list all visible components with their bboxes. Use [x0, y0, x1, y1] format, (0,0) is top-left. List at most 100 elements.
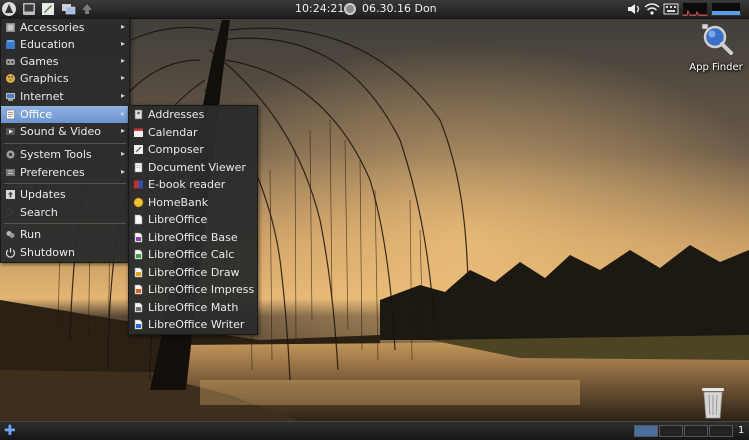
submenu-item-calendar[interactable]: Calendar — [129, 124, 257, 141]
workspace-2[interactable] — [659, 425, 683, 437]
menu-item-internet[interactable]: Internet ▸ — [1, 88, 129, 105]
window-switcher-icon[interactable] — [60, 1, 76, 17]
menu-item-sound-video[interactable]: Sound & Video ▸ — [1, 123, 129, 140]
libreoffice-draw-icon — [134, 267, 143, 277]
menu-item-office[interactable]: Office ▸ — [1, 106, 129, 123]
date-display[interactable]: 06.30.16 Don — [362, 2, 437, 15]
submenu-item-libreoffice-impress[interactable]: LibreOffice Impress — [129, 281, 257, 298]
volume-icon[interactable] — [627, 2, 641, 16]
submenu-item-addresses[interactable]: Addresses — [129, 106, 257, 123]
submenu-item-libreoffice-calc[interactable]: LibreOffice Calc — [129, 246, 257, 263]
text-editor-icon[interactable] — [40, 1, 56, 17]
composer-icon — [134, 145, 143, 154]
submenu-item-composer[interactable]: Composer — [129, 141, 257, 158]
chevron-right-icon: ▸ — [120, 39, 125, 48]
submenu-item-label: Document Viewer — [148, 160, 246, 174]
libreoffice-icon — [134, 214, 143, 225]
menu-item-games[interactable]: Games ▸ — [1, 53, 129, 70]
up-arrow-icon[interactable] — [79, 1, 95, 17]
menu-item-preferences[interactable]: Preferences ▸ — [1, 164, 129, 181]
clock[interactable]: 10:24:21 — [295, 2, 344, 15]
document-viewer-icon — [134, 162, 143, 172]
chevron-right-icon: ▸ — [120, 109, 125, 118]
menu-item-label: Shutdown — [20, 246, 75, 259]
submenu-item-label: Addresses — [148, 108, 205, 121]
submenu-item-libreoffice-math[interactable]: LibreOffice Math — [129, 299, 257, 316]
graphics-icon — [6, 74, 15, 83]
run-icon — [6, 231, 15, 238]
updates-icon — [6, 190, 15, 199]
submenu-item-document-viewer[interactable]: Document Viewer — [129, 159, 257, 176]
app-finder-shortcut[interactable]: App Finder — [686, 22, 746, 73]
submenu-item-libreoffice-writer[interactable]: LibreOffice Writer — [129, 316, 257, 333]
menu-item-system-tools[interactable]: System Tools ▸ — [1, 146, 129, 163]
menu-item-label: Updates — [20, 188, 66, 201]
libreoffice-impress-icon — [134, 284, 143, 295]
submenu-item-label: LibreOffice Impress — [148, 283, 255, 296]
workspace-4[interactable] — [709, 425, 733, 437]
magnifier-icon — [701, 23, 733, 55]
chevron-right-icon: ▸ — [120, 73, 125, 82]
menu-item-label: Run — [20, 228, 42, 241]
menu-item-updates[interactable]: Updates — [1, 186, 129, 203]
chevron-right-icon: ▸ — [120, 91, 125, 100]
menu-separator — [4, 223, 126, 224]
chevron-right-icon: ▸ — [120, 126, 125, 135]
games-icon — [6, 59, 15, 65]
workspace-3[interactable] — [684, 425, 708, 437]
add-panel-item-icon[interactable]: ✚ — [4, 424, 16, 438]
submenu-item-label: Composer — [148, 143, 204, 156]
calendar-icon[interactable] — [343, 2, 357, 16]
menu-item-label: Graphics — [20, 72, 69, 85]
menu-item-graphics[interactable]: Graphics ▸ — [1, 70, 129, 87]
submenu-item-label: LibreOffice Draw — [148, 265, 240, 279]
ebook-reader-icon — [134, 180, 143, 189]
submenu-item-libreoffice-base[interactable]: LibreOffice Base — [129, 229, 257, 246]
network-graph-icon — [711, 2, 741, 16]
menu-item-label: Office — [20, 108, 53, 121]
trash-icon[interactable] — [700, 385, 726, 419]
homebank-icon — [133, 197, 144, 207]
menu-item-label: Accessories — [20, 21, 85, 34]
menu-item-accessories[interactable]: Accessories ▸ — [1, 19, 129, 36]
menu-item-education[interactable]: Education ▸ — [1, 36, 129, 53]
menu-item-shutdown[interactable]: Shutdown — [1, 244, 129, 261]
system-tools-icon — [6, 150, 15, 159]
calendar-icon — [134, 128, 143, 137]
internet-icon — [6, 93, 15, 101]
submenu-item-label: E-book reader — [148, 178, 226, 191]
menu-item-label: Sound & Video — [20, 125, 102, 138]
menu-item-run[interactable]: Run — [1, 226, 129, 243]
keyboard-icon[interactable] — [663, 2, 679, 16]
menu-item-label: Search — [20, 206, 58, 219]
accessories-icon — [6, 23, 15, 32]
chevron-right-icon: ▸ — [120, 167, 125, 176]
menu-item-label: Education — [20, 38, 75, 51]
workspace-1[interactable] — [634, 425, 658, 437]
office-submenu: Addresses Calendar Composer Document Vie… — [128, 105, 258, 335]
libreoffice-math-icon — [134, 302, 143, 312]
submenu-item-ebook-reader[interactable]: E-book reader — [129, 176, 257, 193]
shutdown-icon — [5, 248, 16, 258]
menu-item-search[interactable]: Search — [1, 204, 129, 221]
terminal-icon[interactable] — [21, 1, 37, 17]
search-icon — [5, 207, 14, 216]
submenu-item-label: HomeBank — [148, 195, 209, 209]
submenu-item-label: Calendar — [148, 125, 198, 139]
education-icon — [6, 40, 15, 49]
submenu-item-libreoffice[interactable]: LibreOffice — [129, 211, 257, 228]
submenu-item-homebank[interactable]: HomeBank — [129, 194, 257, 211]
submenu-item-label: LibreOffice Calc — [148, 248, 235, 261]
libreoffice-calc-icon — [134, 249, 143, 260]
menu-separator — [4, 143, 126, 144]
chevron-right-icon: ▸ — [120, 149, 125, 158]
chevron-right-icon: ▸ — [120, 56, 125, 65]
cpu-graph-icon — [682, 2, 708, 16]
submenu-item-label: LibreOffice Base — [148, 230, 238, 244]
sound-video-icon — [6, 128, 15, 135]
libreoffice-writer-icon — [134, 319, 143, 330]
app-finder-label: App Finder — [689, 62, 743, 73]
app-menu-icon[interactable] — [1, 1, 17, 17]
wifi-icon[interactable] — [644, 2, 660, 16]
submenu-item-libreoffice-draw[interactable]: LibreOffice Draw — [129, 264, 257, 281]
